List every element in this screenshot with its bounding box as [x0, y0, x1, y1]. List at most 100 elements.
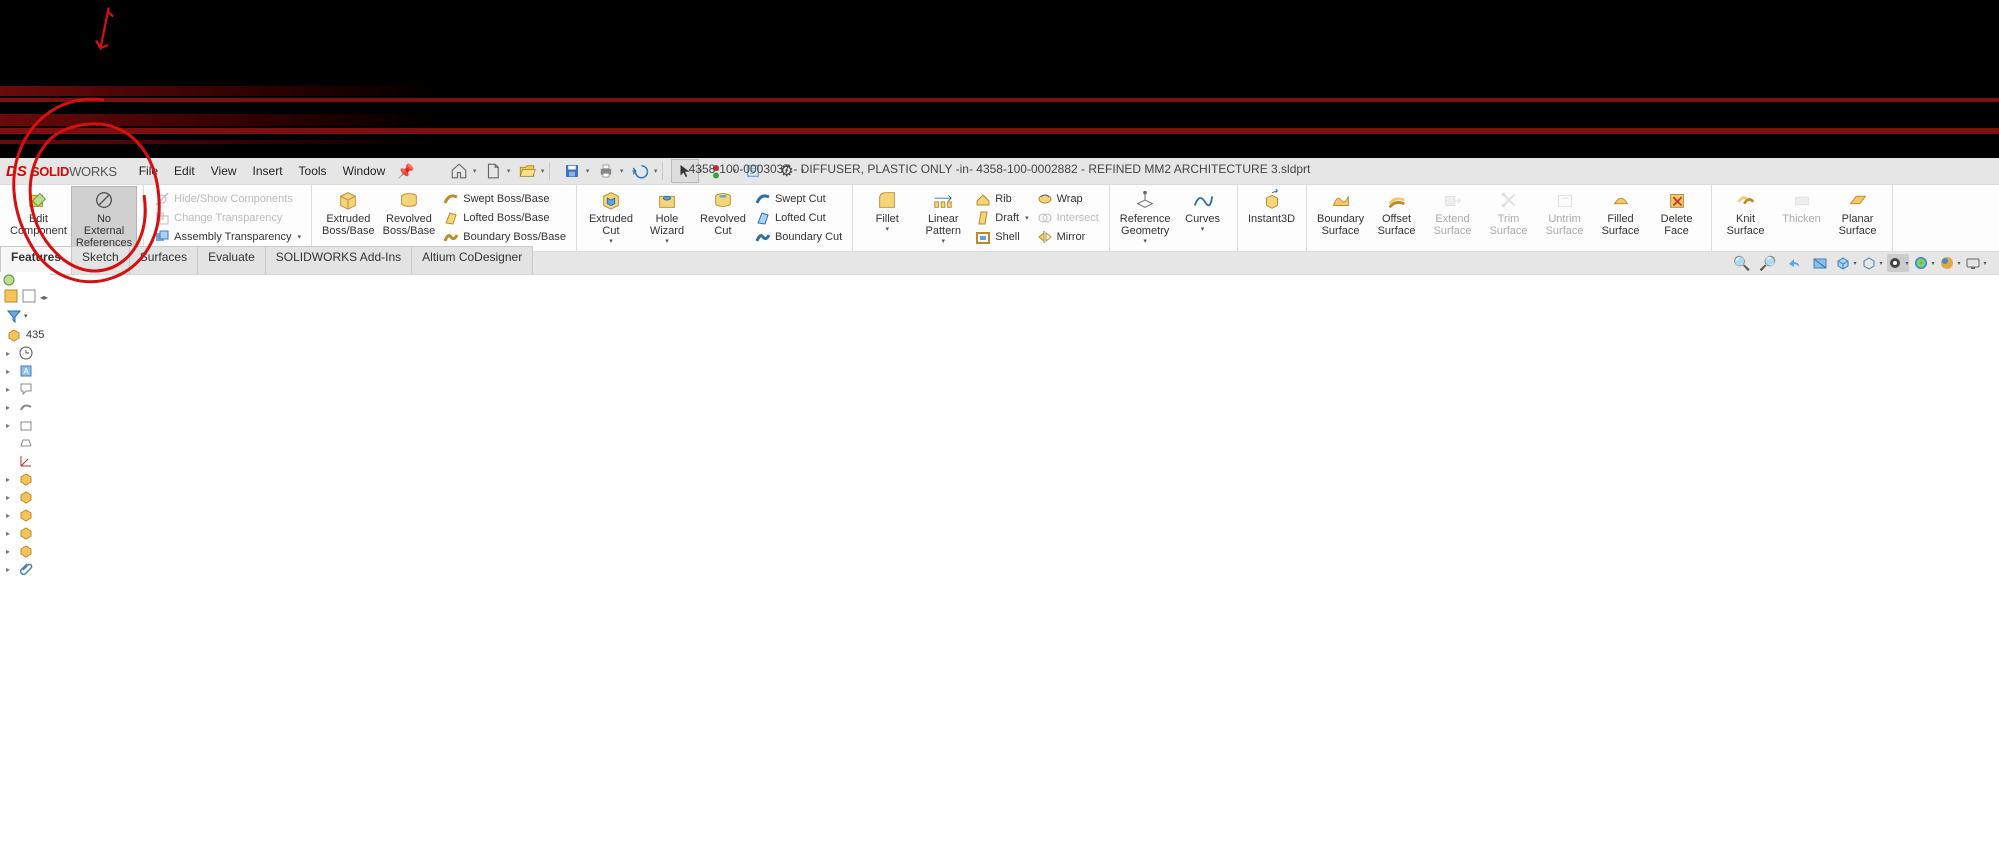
- menu-window[interactable]: Window: [335, 160, 394, 182]
- save-button[interactable]: ▾: [558, 159, 586, 183]
- wrap-button[interactable]: Wrap: [1037, 191, 1099, 207]
- change-transparency-button[interactable]: Change Transparency: [154, 210, 301, 226]
- hide-show-items-icon[interactable]: ▾: [1887, 254, 1909, 272]
- property-tab-icon[interactable]: [22, 289, 36, 306]
- trim-surface-button[interactable]: Trim Surface: [1481, 187, 1537, 249]
- settings-button[interactable]: ⚙▾: [773, 159, 801, 183]
- gear-icon: ⚙: [778, 162, 796, 180]
- tree-feature-2[interactable]: ▸: [6, 488, 50, 506]
- tree-root-node[interactable]: 435: [6, 326, 50, 344]
- display-style-icon[interactable]: ▾: [1861, 254, 1883, 272]
- tree-feature-3[interactable]: ▸: [6, 506, 50, 524]
- extruded-boss-button[interactable]: Extruded Boss/Base: [318, 187, 379, 249]
- section-view-icon[interactable]: [1809, 254, 1831, 272]
- filled-surface-button[interactable]: Filled Surface: [1593, 187, 1649, 249]
- undo-button[interactable]: ▾: [626, 159, 654, 183]
- tree-sensors-node[interactable]: ▸A: [6, 362, 50, 380]
- select-button[interactable]: ▾: [671, 159, 699, 183]
- assembly-transparency-button[interactable]: Assembly Transparency▾: [154, 229, 301, 245]
- fillet-button[interactable]: Fillet▾: [859, 187, 915, 249]
- swept-boss-button[interactable]: Swept Boss/Base: [443, 191, 566, 207]
- pin-icon[interactable]: 📌: [397, 163, 414, 180]
- hole-wizard-button[interactable]: Hole Wizard▾: [639, 187, 695, 249]
- untrim-surface-button[interactable]: Untrim Surface: [1537, 187, 1593, 249]
- open-button[interactable]: ▾: [513, 159, 541, 183]
- tab-evaluate[interactable]: Evaluate: [197, 246, 266, 274]
- menu-view[interactable]: View: [203, 160, 245, 182]
- tab-solidworks-addins[interactable]: SOLIDWORKS Add-Ins: [265, 246, 412, 274]
- revolved-cut-button[interactable]: Revolved Cut: [695, 187, 751, 249]
- tree-annotations-node[interactable]: ▸: [6, 380, 50, 398]
- delete-face-button[interactable]: Delete Face: [1649, 187, 1705, 249]
- solid-body-icon: [18, 417, 34, 433]
- zoom-area-icon[interactable]: 🔎: [1757, 254, 1779, 272]
- no-external-references-button[interactable]: No External References: [71, 186, 137, 250]
- boss-extrude-icon: [18, 471, 34, 487]
- revolved-boss-button[interactable]: Revolved Boss/Base: [379, 187, 440, 249]
- menu-edit[interactable]: Edit: [166, 160, 203, 182]
- view-settings-icon[interactable]: ▾: [1965, 254, 1987, 272]
- boss-extrude-icon: [18, 507, 34, 523]
- lofted-cut-button[interactable]: Lofted Cut: [755, 210, 842, 226]
- tab-altium-codesigner[interactable]: Altium CoDesigner: [411, 246, 533, 274]
- apply-scene-icon[interactable]: ▾: [1939, 254, 1961, 272]
- wrap-icon: [1037, 191, 1053, 207]
- zoom-fit-icon[interactable]: 🔍: [1731, 254, 1753, 272]
- thicken-button[interactable]: Thicken: [1774, 187, 1830, 249]
- menu-file[interactable]: File: [131, 160, 166, 182]
- edit-appearance-icon[interactable]: ▾: [1913, 254, 1935, 272]
- menu-insert[interactable]: Insert: [245, 160, 291, 182]
- tab-features[interactable]: Features: [0, 246, 72, 274]
- draft-icon: [975, 210, 991, 226]
- planar-surface-button[interactable]: Planar Surface: [1830, 187, 1886, 249]
- lofted-boss-button[interactable]: Lofted Boss/Base: [443, 210, 566, 226]
- view-orientation-icon[interactable]: ▾: [1835, 254, 1857, 272]
- offset-surface-button[interactable]: Offset Surface: [1369, 187, 1425, 249]
- shell-icon: [975, 229, 991, 245]
- tree-config-icon[interactable]: [3, 274, 15, 286]
- extend-surface-button[interactable]: Extend Surface: [1425, 187, 1481, 249]
- tab-sketch[interactable]: Sketch: [71, 246, 130, 274]
- tree-feature-5[interactable]: ▸: [6, 542, 50, 560]
- rebuild-button[interactable]: ▾: [705, 159, 733, 183]
- tree-solid-bodies-node[interactable]: ▸: [6, 416, 50, 434]
- swept-cut-button[interactable]: Swept Cut: [755, 191, 842, 207]
- feature-tree-tab-icon[interactable]: [4, 289, 18, 306]
- intersect-button[interactable]: Intersect: [1037, 210, 1099, 226]
- tree-history-node[interactable]: ▸: [6, 344, 50, 362]
- paperclip-icon: [18, 561, 34, 577]
- swept-boss-icon: [443, 191, 459, 207]
- boundary-cut-button[interactable]: Boundary Cut: [755, 229, 842, 245]
- rib-button[interactable]: Rib: [975, 191, 1028, 207]
- boss-extrude-icon: [18, 525, 34, 541]
- instant3d-button[interactable]: Instant3D: [1244, 187, 1300, 249]
- tree-origin-node[interactable]: [6, 452, 50, 470]
- annotations-icon: [18, 381, 34, 397]
- boundary-surface-button[interactable]: Boundary Surface: [1313, 187, 1369, 249]
- menu-tools[interactable]: Tools: [291, 160, 335, 182]
- screen-black-strip: [0, 0, 1999, 158]
- previous-view-icon[interactable]: [1783, 254, 1805, 272]
- print-button[interactable]: ▾: [592, 159, 620, 183]
- draft-button[interactable]: Draft▾: [975, 210, 1028, 226]
- tab-surfaces[interactable]: Surfaces: [129, 246, 198, 274]
- home-button[interactable]: ▾: [445, 159, 473, 183]
- tree-feature-1[interactable]: ▸: [6, 470, 50, 488]
- extruded-cut-button[interactable]: Extruded Cut▾: [583, 187, 639, 249]
- options-button[interactable]: [739, 159, 767, 183]
- curves-button[interactable]: Curves▾: [1175, 187, 1231, 249]
- shell-button[interactable]: Shell: [975, 229, 1028, 245]
- tree-material-node[interactable]: [6, 434, 50, 452]
- hide-show-components-button[interactable]: Hide/Show Components: [154, 191, 301, 207]
- tree-surface-bodies-node[interactable]: ▸: [6, 398, 50, 416]
- boundary-boss-button[interactable]: Boundary Boss/Base: [443, 229, 566, 245]
- tree-feature-4[interactable]: ▸: [6, 524, 50, 542]
- new-button[interactable]: ▾: [479, 159, 507, 183]
- edit-component-button[interactable]: Edit Component: [6, 187, 71, 249]
- tree-attachment-node[interactable]: ▸: [6, 560, 50, 578]
- reference-geometry-button[interactable]: Reference Geometry▾: [1116, 187, 1175, 249]
- mirror-button[interactable]: Mirror: [1037, 229, 1099, 245]
- knit-surface-button[interactable]: Knit Surface: [1718, 187, 1774, 249]
- tree-filter-button[interactable]: ▾: [0, 306, 50, 326]
- linear-pattern-button[interactable]: Linear Pattern▾: [915, 187, 971, 249]
